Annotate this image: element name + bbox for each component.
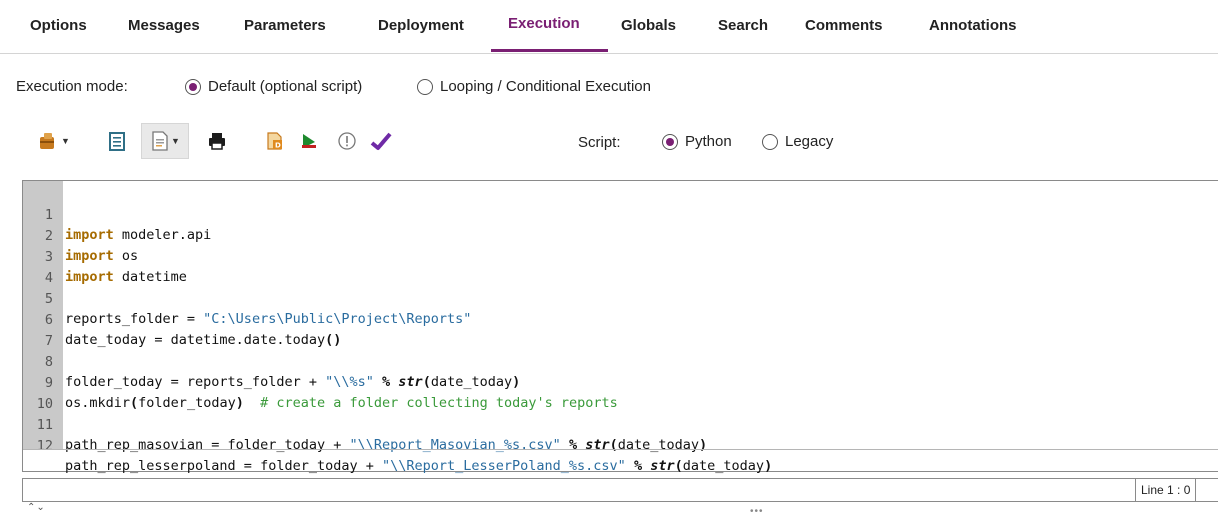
svg-text:D: D <box>275 142 281 150</box>
tab-options[interactable]: Options <box>30 17 87 34</box>
execution-mode-default-radio[interactable] <box>185 79 201 95</box>
collapse-toggle-icon[interactable]: ⌃⌄ <box>27 502 46 513</box>
status-bar: Line 1 : 0 <box>22 478 1218 502</box>
open-script-icon <box>40 133 55 149</box>
code-line: 8 folder_today = reports_folder + "\\%s"… <box>23 332 520 390</box>
code-line: 4 <box>23 248 72 286</box>
tab-annotations[interactable]: Annotations <box>929 17 1017 34</box>
clipboard-button[interactable] <box>104 128 130 154</box>
tab-bar: Options Messages Parameters Deployment E… <box>0 0 1218 54</box>
check-syntax-button[interactable] <box>334 128 360 154</box>
debug-icon: D <box>267 132 282 150</box>
cursor-position: Line 1 : 0 <box>1135 479 1197 501</box>
active-tab-indicator <box>491 49 608 52</box>
code-line: 11 path_rep_masovian = folder_today + "\… <box>23 395 707 453</box>
script-legacy-label[interactable]: Legacy <box>785 133 833 150</box>
code-line: 3 import datetime <box>23 227 187 285</box>
execution-panel: Options Messages Parameters Deployment E… <box>0 0 1218 532</box>
run-icon <box>302 134 316 148</box>
line-number: 12 <box>36 438 53 454</box>
code-line: 1 import modeler.api <box>23 185 211 243</box>
chevron-down-icon: ▼ <box>171 136 180 146</box>
code-line: 2 import os <box>23 206 138 264</box>
script-menu-icon <box>152 131 168 151</box>
execution-mode-default-label[interactable]: Default (optional script) <box>208 78 362 95</box>
code-line: 7 <box>23 311 72 349</box>
print-icon <box>209 133 225 150</box>
execution-mode-looping-radio[interactable] <box>417 79 433 95</box>
execution-mode-looping-label[interactable]: Looping / Conditional Execution <box>440 78 651 95</box>
script-language-label: Script: <box>578 134 621 151</box>
clipboard-icon <box>109 132 125 151</box>
tab-comments[interactable]: Comments <box>805 17 883 34</box>
code-line: 9 os.mkdir(folder_today) # create a fold… <box>23 353 618 411</box>
status-message-field <box>23 479 1131 501</box>
resize-grip-icon[interactable]: ••• <box>750 506 764 517</box>
tab-deployment[interactable]: Deployment <box>378 17 464 34</box>
code-line: 10 <box>23 374 72 412</box>
check-syntax-icon <box>338 132 356 150</box>
done-button[interactable] <box>368 128 394 154</box>
debug-button[interactable]: D <box>262 128 288 154</box>
script-legacy-radio[interactable] <box>762 134 778 150</box>
code-line: 12 path_rep_lesserpoland = folder_today … <box>23 416 772 474</box>
editor-divider <box>23 449 1218 450</box>
tab-execution[interactable]: Execution <box>508 15 580 32</box>
script-python-label[interactable]: Python <box>685 133 732 150</box>
chevron-down-icon: ▼ <box>61 136 70 146</box>
code-editor[interactable]: 1 import modeler.api 2 import os 3 impor… <box>22 180 1218 474</box>
tab-search[interactable]: Search <box>718 17 768 34</box>
code-line: 5 reports_folder = "C:\Users\Public\Proj… <box>23 269 472 327</box>
tab-messages[interactable]: Messages <box>128 17 200 34</box>
execution-mode-label: Execution mode: <box>16 78 128 95</box>
tab-globals[interactable]: Globals <box>621 17 676 34</box>
code-line: 6 date_today = datetime.date.today() <box>23 290 342 348</box>
tab-parameters[interactable]: Parameters <box>244 17 326 34</box>
script-menu-button[interactable]: ▼ <box>141 123 189 159</box>
script-python-radio[interactable] <box>662 134 678 150</box>
done-icon <box>370 132 392 150</box>
open-script-button[interactable]: ▼ <box>38 128 70 154</box>
print-button[interactable] <box>204 128 230 154</box>
run-button[interactable] <box>296 128 322 154</box>
